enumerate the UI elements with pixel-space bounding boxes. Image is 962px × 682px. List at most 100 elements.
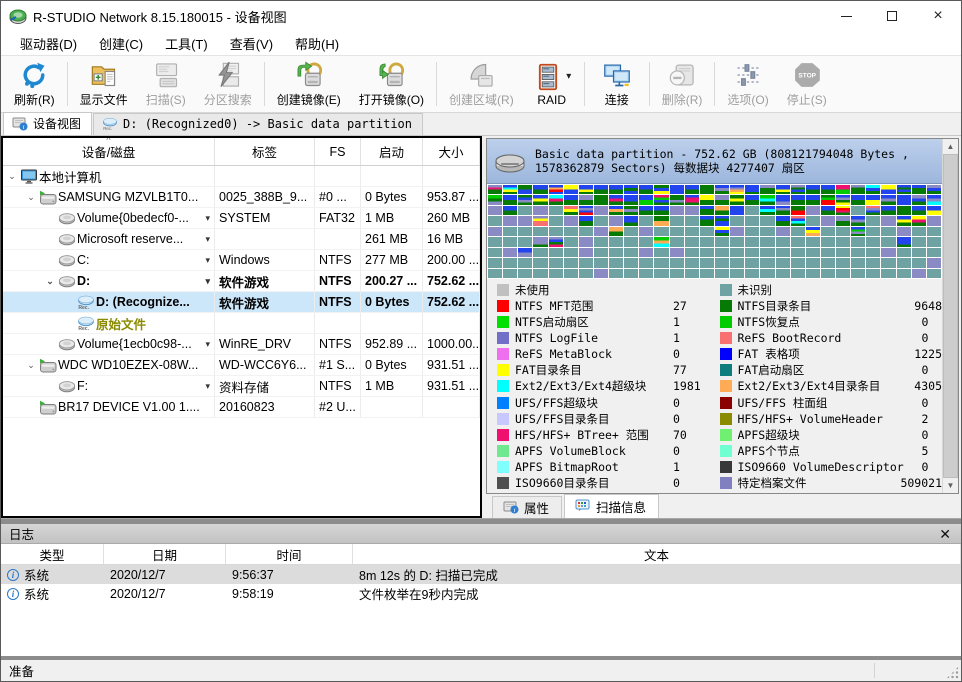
scan-block bbox=[594, 269, 608, 278]
device-tree-row[interactable]: ⌄ SAMSUNG MZVLB1T0... 0025_388B_9... #0 … bbox=[3, 187, 480, 208]
device-tree-header: ^设备/磁盘 标签 FS 启动 大小 bbox=[3, 138, 480, 166]
legend-color-swatch bbox=[720, 413, 732, 425]
scan-block bbox=[745, 248, 759, 257]
maximize-button[interactable] bbox=[869, 1, 915, 31]
device-tree-row[interactable]: ⌄ WDC WD10EZEX-08W... WD-WCC6Y6... #1 S.… bbox=[3, 355, 480, 376]
device-tree-row[interactable]: Rec. D: (Recognize... 软件游戏 NTFS 0 Bytes … bbox=[3, 292, 480, 313]
scan-block bbox=[564, 258, 578, 267]
scan-block bbox=[866, 216, 880, 225]
device-tree-row[interactable]: Rec. 原始文件 bbox=[3, 313, 480, 334]
tab-recognized-partition[interactable]: Rec. D: (Recognized0) -> Basic data part… bbox=[93, 113, 423, 135]
legend-count: 0 bbox=[673, 347, 680, 361]
menu-create[interactable]: 创建(C) bbox=[88, 31, 154, 56]
scrollbar-thumb[interactable] bbox=[943, 154, 958, 478]
computer-icon bbox=[19, 169, 39, 184]
scan-block bbox=[821, 237, 835, 246]
tab-properties[interactable]: i 属性 bbox=[492, 496, 562, 518]
minimize-button[interactable] bbox=[823, 1, 869, 31]
scroll-down-icon[interactable]: ▼ bbox=[943, 478, 958, 493]
log-row[interactable]: i系统 2020/12/7 9:58:19 文件枚举在9秒内完成 bbox=[1, 584, 961, 603]
toolbar-button-label: 停止(S) bbox=[787, 91, 827, 108]
device-tree-row[interactable]: Volume{0bedecf0-... ▾ SYSTEM FAT32 1 MB … bbox=[3, 208, 480, 229]
legend-count: 1225 bbox=[914, 347, 942, 361]
recognized-icon: Rec. bbox=[102, 117, 118, 131]
device-tree-row[interactable]: ⌄ 本地计算机 bbox=[3, 166, 480, 187]
scan-block bbox=[654, 227, 668, 236]
scan-block bbox=[685, 227, 699, 236]
legend-count: 1 bbox=[673, 331, 680, 345]
device-tree-row[interactable]: F: ▾ 资料存储 NTFS 1 MB 931.51 ... bbox=[3, 376, 480, 397]
device-tree-row[interactable]: Microsoft reserve... ▾ 261 MB 16 MB bbox=[3, 229, 480, 250]
vertical-scrollbar[interactable]: ▲ ▼ bbox=[942, 139, 958, 493]
log-close-icon[interactable]: ✕ bbox=[937, 527, 953, 541]
tab-scan-information[interactable]: 扫描信息 bbox=[564, 494, 659, 518]
device-tree-row[interactable]: BR17 DEVICE V1.00 1.... 20160823 #2 U... bbox=[3, 397, 480, 418]
size-cell: 752.62 ... bbox=[423, 271, 480, 291]
open-image-button[interactable]: 打开镜像(O) bbox=[350, 58, 433, 110]
volume-dropdown-icon[interactable]: ▾ bbox=[205, 339, 210, 350]
expand-chevron-icon[interactable]: ⌄ bbox=[24, 192, 38, 203]
log-column-type[interactable]: 类型 bbox=[1, 544, 104, 564]
device-tree-row[interactable]: ⌄ D: ▾ 软件游戏 NTFS 200.27 ... 752.62 ... bbox=[3, 271, 480, 292]
show-files-button[interactable]: 显示文件 bbox=[71, 58, 137, 110]
column-header-label[interactable]: 标签 bbox=[215, 138, 315, 165]
dropdown-arrow-icon[interactable]: ▾ bbox=[566, 71, 571, 82]
legend-label: 未识别 bbox=[738, 282, 916, 298]
column-header-start[interactable]: 启动 bbox=[361, 138, 423, 165]
log-column-time[interactable]: 时间 bbox=[226, 544, 353, 564]
log-row[interactable]: i系统 2020/12/7 9:56:37 8m 12s 的 D: 扫描已完成 bbox=[1, 565, 961, 584]
volume-dropdown-icon[interactable]: ▾ bbox=[205, 276, 210, 287]
menu-help[interactable]: 帮助(H) bbox=[284, 31, 350, 56]
log-column-text[interactable]: 文本 bbox=[353, 544, 961, 564]
scan-block bbox=[897, 248, 911, 257]
scan-block bbox=[776, 185, 790, 194]
column-header-device[interactable]: ^设备/磁盘 bbox=[3, 138, 215, 165]
scan-block bbox=[594, 258, 608, 267]
scan-block bbox=[745, 206, 759, 215]
volume-dropdown-icon[interactable]: ▾ bbox=[205, 255, 210, 266]
scan-block bbox=[836, 269, 850, 278]
start-cell: 0 Bytes bbox=[361, 187, 423, 207]
legend-label: NTFS启动扇区 bbox=[515, 314, 667, 330]
menu-view[interactable]: 查看(V) bbox=[219, 31, 284, 56]
scan-block bbox=[806, 195, 820, 204]
connect-button[interactable]: 连接 bbox=[588, 58, 646, 110]
menu-tools[interactable]: 工具(T) bbox=[154, 31, 219, 56]
legend-label: HFS/HFS+ BTree+ 范围 bbox=[515, 427, 667, 443]
scan-block bbox=[912, 216, 926, 225]
volume-dropdown-icon[interactable]: ▾ bbox=[205, 213, 210, 224]
close-button[interactable]: × bbox=[915, 1, 961, 31]
volume-dropdown-icon[interactable]: ▾ bbox=[205, 234, 210, 245]
legend-label: UFS/FFS 柱面组 bbox=[738, 395, 916, 411]
expand-chevron-icon[interactable]: ⌄ bbox=[5, 171, 19, 182]
device-tree-row[interactable]: Volume{1ecb0c98-... ▾ WinRE_DRV NTFS 952… bbox=[3, 334, 480, 355]
scan-block bbox=[488, 216, 502, 225]
tab-device-view[interactable]: i 设备视图 bbox=[3, 112, 92, 135]
column-header-fs[interactable]: FS bbox=[315, 138, 361, 165]
disk-icon bbox=[493, 148, 527, 174]
scan-block bbox=[745, 195, 759, 204]
toolbar-button-label: 刷新(R) bbox=[14, 91, 55, 108]
refresh-button[interactable]: 刷新(R) bbox=[5, 58, 64, 110]
expand-chevron-icon[interactable]: ⌄ bbox=[43, 276, 57, 287]
scan-block bbox=[776, 258, 790, 267]
scroll-up-icon[interactable]: ▲ bbox=[943, 139, 958, 154]
toolbar-button-label: 连接 bbox=[605, 91, 629, 108]
legend-color-swatch bbox=[720, 461, 732, 473]
column-header-size[interactable]: 大小 bbox=[423, 138, 480, 165]
scan-block bbox=[897, 237, 911, 246]
volume-dropdown-icon[interactable]: ▾ bbox=[205, 381, 210, 392]
scan-block bbox=[881, 258, 895, 267]
log-text-cell: 8m 12s 的 D: 扫描已完成 bbox=[353, 565, 961, 584]
expand-chevron-icon[interactable]: ⌄ bbox=[24, 360, 38, 371]
scan-block bbox=[912, 258, 926, 267]
resize-grip[interactable] bbox=[946, 666, 959, 679]
log-column-date[interactable]: 日期 bbox=[104, 544, 226, 564]
app-window: R-STUDIO Network 8.15.180015 - 设备视图 × 驱动… bbox=[0, 0, 962, 682]
create-image-button[interactable]: 创建镜像(E) bbox=[268, 58, 350, 110]
raid-button[interactable]: ▾ RAID bbox=[523, 58, 581, 110]
device-tree-row[interactable]: C: ▾ Windows NTFS 277 MB 200.00 ... bbox=[3, 250, 480, 271]
menu-drive[interactable]: 驱动器(D) bbox=[9, 31, 88, 56]
legend-item: APFS超级块 0 bbox=[720, 427, 943, 443]
scan-block bbox=[549, 185, 563, 194]
